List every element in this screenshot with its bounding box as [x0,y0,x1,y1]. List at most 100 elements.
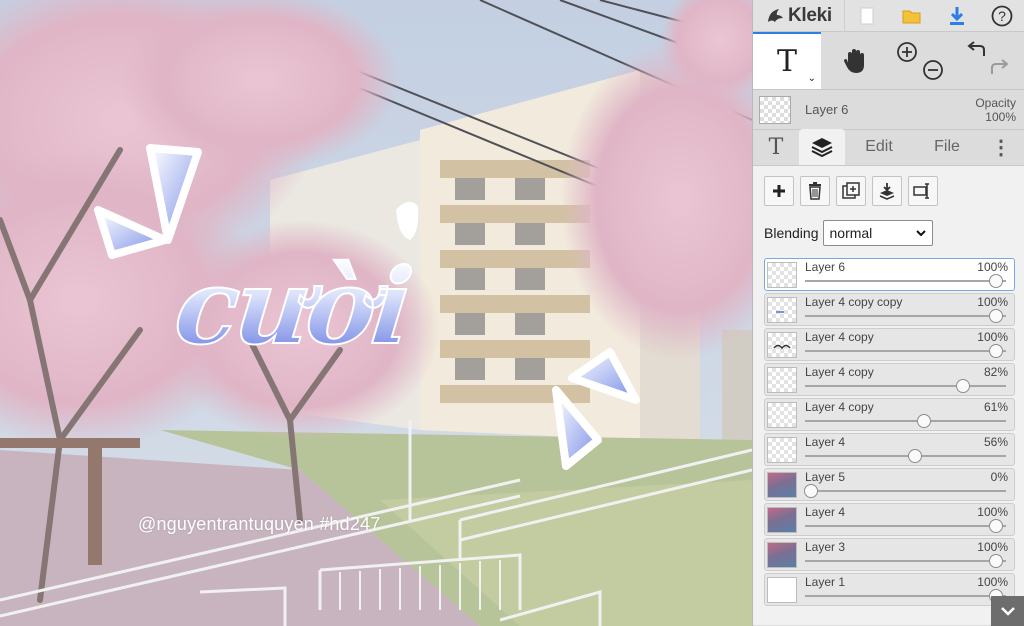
opacity-slider-track[interactable] [805,280,1006,282]
opacity-slider-knob[interactable] [989,554,1003,568]
merge-down-button[interactable] [872,176,902,206]
tab-file[interactable]: File [913,129,981,165]
open-folder-icon[interactable] [890,0,935,32]
opacity-slider-knob[interactable] [989,519,1003,533]
layer-name: Layer 6 [805,260,846,274]
layer-opacity: 100% [977,505,1008,519]
layer-name: Layer 4 [805,505,846,519]
kleki-logo-icon [768,8,783,22]
opacity-slider-knob[interactable] [955,379,970,393]
opacity-slider-track[interactable] [805,525,1006,527]
help-icon[interactable]: ? [979,0,1024,32]
layer-name: Layer 5 [805,470,846,484]
opacity-slider-knob[interactable] [916,414,931,428]
opacity-slider-knob[interactable] [989,274,1003,288]
chevron-down-icon [1000,607,1015,616]
delete-layer-button[interactable] [800,176,830,206]
layer-opacity: 100% [977,575,1008,589]
active-layer-info: Layer 6 Opacity 100% [753,90,1024,130]
layer-row[interactable]: Layer 4 100% [764,503,1015,536]
layer-thumbnail [767,296,797,323]
rename-layer-button[interactable] [908,176,938,206]
layer-row[interactable]: Layer 4 copy 82% [764,363,1015,396]
drawing-canvas[interactable]: cười @nguyentrantuquyen #hd247 [0,0,752,626]
kleki-logo[interactable]: Kleki [753,0,845,32]
layer-meta: Layer 4 copy 61% [805,399,1010,430]
chevron-down-icon [915,230,926,237]
layer-meta: Layer 6 100% [805,259,1010,290]
layer-thumbnail [767,541,797,568]
layer-row[interactable]: Layer 4 copy 100% [764,328,1015,361]
layer-row[interactable]: Layer 5 0% [764,468,1015,501]
layer-thumbnail [767,401,797,428]
tool-row: T ⌄ [753,32,1024,90]
layer-name: Layer 4 copy [805,400,874,414]
scroll-down-button[interactable] [991,596,1024,626]
duplicate-layer-button[interactable] [836,176,866,206]
layer-thumbnail [767,261,797,288]
chevron-down-icon[interactable]: ⌄ [808,73,816,84]
layer-meta: Layer 5 0% [804,469,1010,500]
tab-layers[interactable] [799,129,845,165]
layer-row[interactable]: Layer 4 copy copy 100% [764,293,1015,326]
layer-list: Layer 6 100% Layer 4 copy copy 100% Layer 4 … [764,258,1016,606]
top-bar: Kleki ? [753,0,1024,32]
layer-opacity: 56% [983,435,1008,449]
layer-row[interactable]: Layer 6 100% [764,258,1015,291]
opacity-slider-knob[interactable] [989,344,1003,358]
layers-icon [811,138,833,158]
opacity-slider-track[interactable] [805,560,1006,562]
download-icon[interactable] [934,0,979,32]
layer-meta: Layer 4 copy copy 100% [805,294,1010,325]
layer-meta: Layer 4 copy 82% [805,364,1010,395]
active-layer-opacity: Opacity 100% [975,95,1016,124]
layer-name: Layer 4 copy [805,365,874,379]
opacity-slider-track[interactable] [805,595,1006,597]
opacity-slider-knob[interactable] [989,309,1003,323]
layer-meta: Layer 4 100% [805,504,1010,535]
layer-thumbnail [767,366,797,393]
opacity-slider-track[interactable] [805,455,1006,457]
opacity-slider-knob[interactable] [804,484,818,498]
tab-text[interactable]: T [753,129,799,165]
opacity-slider-track[interactable] [805,490,1006,492]
opacity-slider-track[interactable] [805,350,1006,352]
layer-row[interactable]: Layer 4 copy 61% [764,398,1015,431]
zoom-in-icon [896,41,917,62]
layer-row[interactable]: Layer 1 100% [764,573,1015,606]
app-name: Kleki [788,4,832,26]
tab-edit[interactable]: Edit [845,129,913,165]
layer-thumbnail [767,576,797,603]
text-tool-icon[interactable]: T ⌄ [753,32,821,89]
layer-opacity: 100% [977,295,1008,309]
add-layer-icon [773,185,785,197]
blending-select[interactable]: normal [822,220,933,246]
watermark-text: @nguyentrantuquyen #hd247 [138,514,381,534]
new-image-icon[interactable] [845,0,890,32]
layer-meta: Layer 3 100% [805,539,1010,570]
side-panel: Kleki ? T ⌄ Layer 6 Opacity 100% T Edit … [752,0,1024,626]
active-layer-thumbnail [759,95,791,124]
opacity-slider-track[interactable] [805,315,1006,317]
layer-row[interactable]: Layer 3 100% [764,538,1015,571]
more-menu-icon[interactable]: ⋮ [981,129,1021,165]
undo-redo-controls [955,32,1022,89]
duplicate-layer-icon [842,182,860,199]
layer-row[interactable]: Layer 4 56% [764,433,1015,466]
layer-name: Layer 4 copy copy [805,295,903,309]
zoom-out-icon [922,59,943,80]
layer-name: Layer 4 [805,435,846,449]
layer-name: Layer 3 [805,540,846,554]
opacity-slider-track[interactable] [805,385,1006,387]
add-layer-button[interactable] [764,176,794,206]
layers-panel: Blending normal Layer 6 100% Layer 4 copy … [753,166,1024,625]
layer-actions [764,176,1016,208]
panel-tabs: T Edit File ⋮ [753,129,1024,166]
opacity-slider-knob[interactable] [907,449,922,463]
hand-tool-icon[interactable] [821,32,888,89]
layer-meta: Layer 4 copy 100% [805,329,1010,360]
layer-name: Layer 4 copy [805,330,874,344]
layer-opacity: 61% [983,400,1008,414]
redo-icon [990,58,1009,74]
opacity-slider-track[interactable] [805,420,1006,422]
